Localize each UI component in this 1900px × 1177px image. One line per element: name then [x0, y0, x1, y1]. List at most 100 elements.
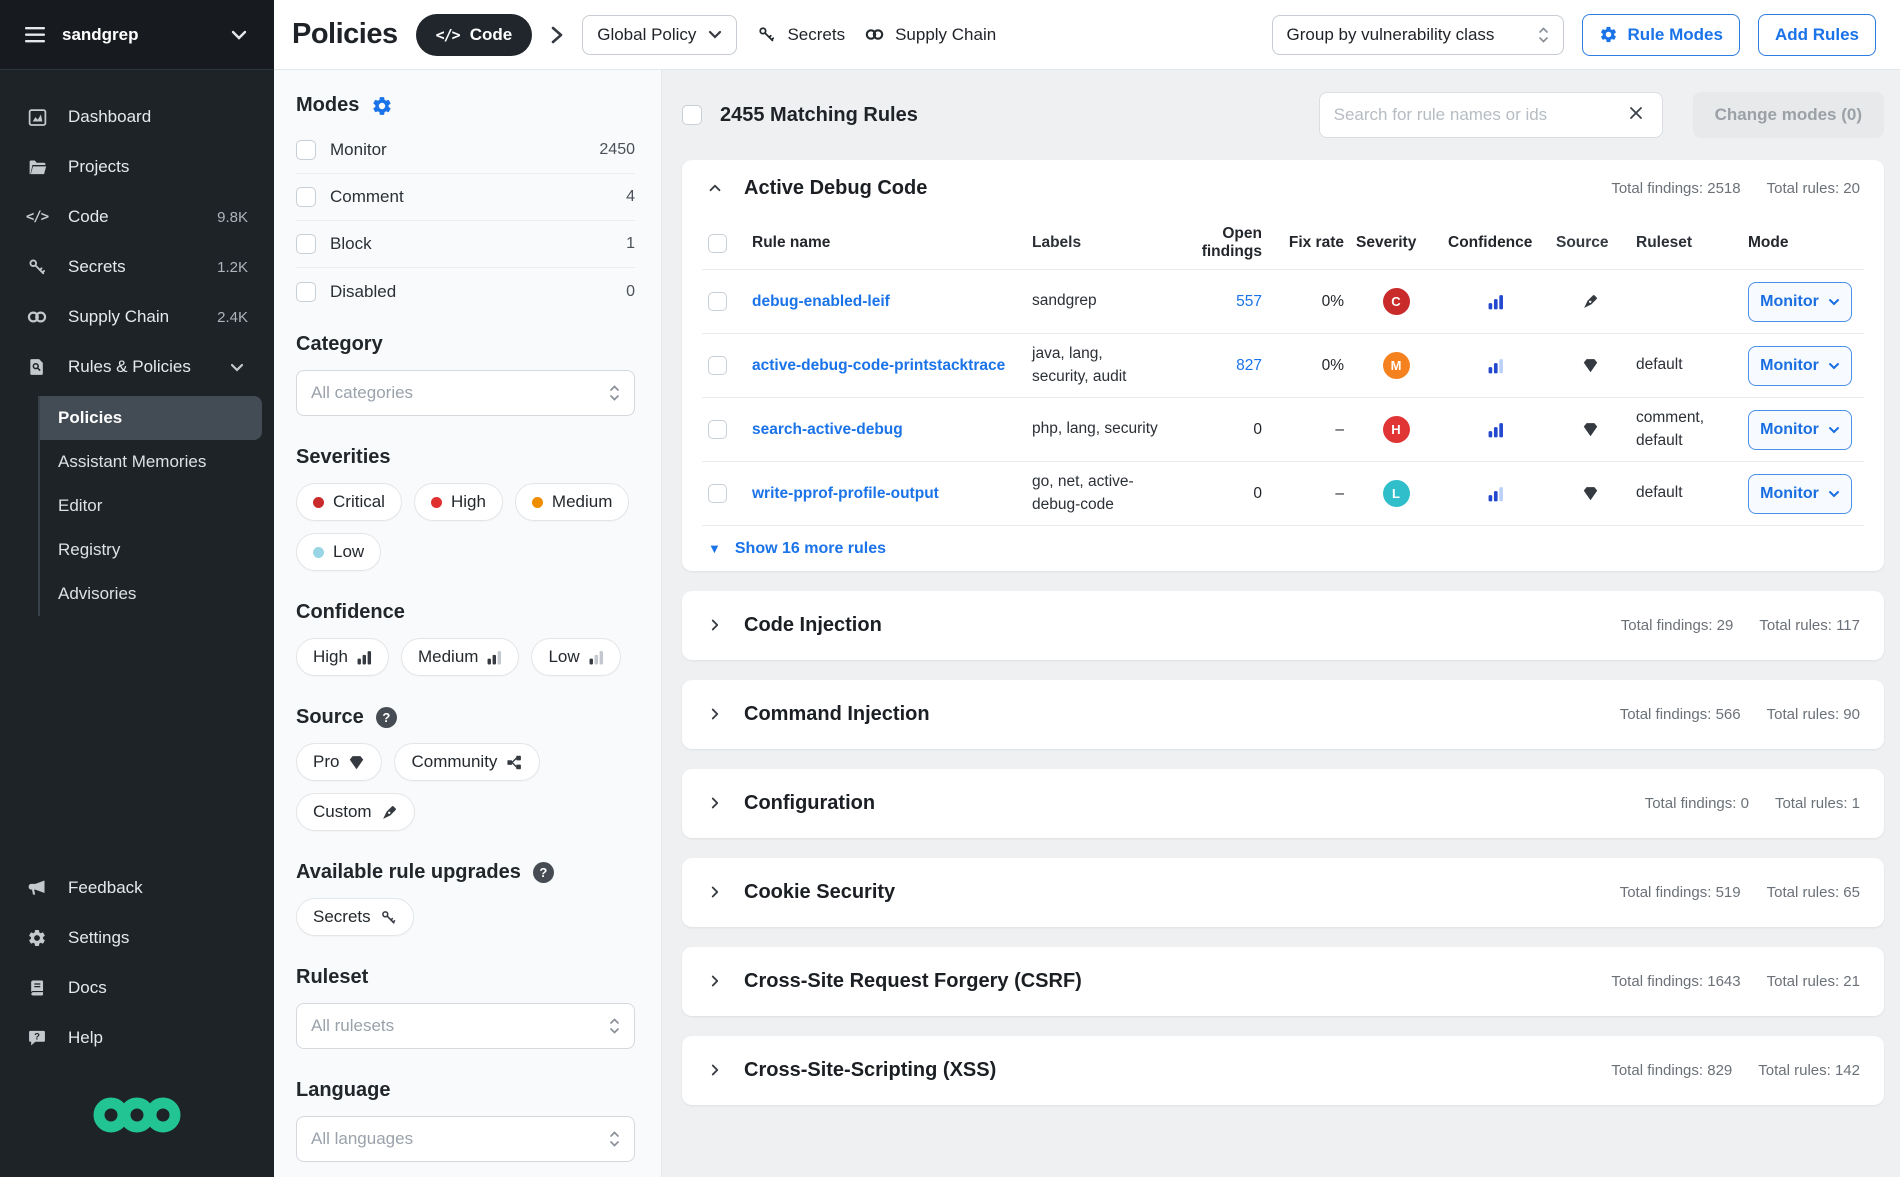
org-name: sandgrep	[62, 25, 212, 45]
sidebar-item-label: Settings	[68, 928, 129, 948]
vuln-group-configuration: Configuration Total findings: 0 Total ru…	[682, 769, 1884, 838]
show-more-rules-button[interactable]: ▼ Show 16 more rules	[702, 525, 1864, 571]
checkbox[interactable]	[296, 187, 316, 207]
group-header[interactable]: Active Debug Code Total findings: 2518 T…	[682, 160, 1884, 217]
source-chip-custom[interactable]: Custom	[296, 793, 415, 831]
mode-dropdown[interactable]: Monitor	[1748, 282, 1852, 322]
gear-icon	[26, 927, 48, 949]
ruleset-select[interactable]: All rulesets	[296, 1003, 635, 1049]
product-tab-code[interactable]: </> Code	[416, 14, 533, 56]
rule-name-link[interactable]: active-debug-code-printstacktrace	[752, 357, 1005, 374]
mode-dropdown[interactable]: Monitor	[1748, 474, 1852, 514]
group-header[interactable]: Configuration Total findings: 0 Total ru…	[682, 769, 1884, 838]
sidebar-item-feedback[interactable]: Feedback	[0, 863, 274, 913]
triangle-down-icon: ▼	[708, 541, 721, 556]
confidence-chip-high[interactable]: High	[296, 638, 389, 676]
mode-dropdown[interactable]: Monitor	[1748, 410, 1852, 450]
sidebar-item-docs[interactable]: Docs	[0, 963, 274, 1013]
page-title: Policies	[292, 18, 398, 51]
sidebar-item-dashboard[interactable]: Dashboard	[0, 92, 274, 142]
confidence-high-icon	[1488, 422, 1504, 438]
mode-dropdown[interactable]: Monitor	[1748, 346, 1852, 386]
group-header[interactable]: Command Injection Total findings: 566 To…	[682, 680, 1884, 749]
severity-chip-low[interactable]: Low	[296, 533, 381, 571]
mode-filter-comment[interactable]: Comment 4	[296, 174, 635, 221]
severity-badge: M	[1383, 352, 1410, 379]
upgrade-chip-secrets[interactable]: Secrets	[296, 898, 414, 936]
sidebar-subitem-advisories[interactable]: Advisories	[40, 572, 262, 616]
mode-filter-monitor[interactable]: Monitor 2450	[296, 127, 635, 174]
sidebar-item-code[interactable]: </> Code 9.8K	[0, 192, 274, 242]
confidence-low-icon	[589, 650, 604, 665]
severity-chip-medium[interactable]: Medium	[515, 483, 629, 521]
rule-search	[1319, 92, 1663, 138]
sidebar-item-rules-policies[interactable]: Rules & Policies	[0, 342, 274, 392]
group-header[interactable]: Code Injection Total findings: 29 Total …	[682, 591, 1884, 660]
group-header[interactable]: Cross-Site-Scripting (XSS) Total finding…	[682, 1036, 1884, 1105]
source-chip-community[interactable]: Community	[394, 743, 540, 781]
select-all-checkbox[interactable]	[682, 105, 702, 125]
confidence-chip-medium[interactable]: Medium	[401, 638, 519, 676]
rule-search-input[interactable]	[1334, 105, 1620, 125]
collapse-caret-icon	[706, 179, 726, 199]
mode-filter-block[interactable]: Block 1	[296, 221, 635, 268]
sidebar-subitem-registry[interactable]: Registry	[40, 528, 262, 572]
vuln-group-cookie-security: Cookie Security Total findings: 519 Tota…	[682, 858, 1884, 927]
checkbox[interactable]	[296, 234, 316, 254]
confidence-medium-icon	[487, 650, 502, 665]
group-header[interactable]: Cookie Security Total findings: 519 Tota…	[682, 858, 1884, 927]
sidebar-subitem-assistant-memories[interactable]: Assistant Memories	[40, 440, 262, 484]
open-findings-link[interactable]: 557	[1236, 293, 1262, 310]
mode-filter-disabled[interactable]: Disabled 0	[296, 268, 635, 315]
chevron-down-icon	[228, 24, 250, 46]
sidebar-item-help[interactable]: Help	[0, 1013, 274, 1063]
rule-name-link[interactable]: search-active-debug	[752, 421, 903, 438]
source-chip-pro[interactable]: Pro	[296, 743, 382, 781]
org-switcher[interactable]: sandgrep	[0, 0, 274, 70]
help-circle-icon[interactable]: ?	[376, 707, 397, 728]
language-select[interactable]: All languages	[296, 1116, 635, 1162]
group-header[interactable]: Cross-Site Request Forgery (CSRF) Total …	[682, 947, 1884, 1016]
confidence-chip-low[interactable]: Low	[531, 638, 620, 676]
group-select-checkbox[interactable]	[708, 234, 727, 253]
rule-modes-button[interactable]: Rule Modes	[1582, 14, 1740, 56]
sidebar-item-projects[interactable]: Projects	[0, 142, 274, 192]
confidence-high-icon	[1488, 294, 1504, 310]
severity-chip-critical[interactable]: Critical	[296, 483, 402, 521]
group-title: Cross-Site Request Forgery (CSRF)	[744, 970, 1082, 993]
add-rules-button[interactable]: Add Rules	[1758, 14, 1876, 56]
row-checkbox[interactable]	[708, 420, 727, 439]
hamburger-menu-icon[interactable]	[24, 24, 46, 46]
sidebar-item-secrets[interactable]: Secrets 1.2K	[0, 242, 274, 292]
policy-select[interactable]: Global Policy	[582, 15, 737, 55]
group-by-select[interactable]: Group by vulnerability class	[1272, 15, 1564, 55]
chevron-down-icon	[1828, 426, 1840, 434]
row-checkbox[interactable]	[708, 484, 727, 503]
product-tab-secrets[interactable]: Secrets	[755, 24, 845, 46]
checkbox[interactable]	[296, 140, 316, 160]
sidebar-item-settings[interactable]: Settings	[0, 913, 274, 963]
medium-dot-icon	[532, 497, 543, 508]
sidebar-item-supply-chain[interactable]: Supply Chain 2.4K	[0, 292, 274, 342]
key-icon	[380, 909, 397, 926]
clear-search-icon[interactable]	[1628, 105, 1648, 125]
rule-name-link[interactable]: write-pprof-profile-output	[752, 485, 939, 502]
vuln-group-csrf: Cross-Site Request Forgery (CSRF) Total …	[682, 947, 1884, 1016]
change-modes-button[interactable]: Change modes (0)	[1693, 92, 1884, 138]
severity-chip-high[interactable]: High	[414, 483, 503, 521]
sidebar-item-label: Docs	[68, 978, 107, 998]
sidebar-subitem-policies[interactable]: Policies	[40, 396, 262, 440]
checkbox[interactable]	[296, 282, 316, 302]
vuln-group-command-injection: Command Injection Total findings: 566 To…	[682, 680, 1884, 749]
sidebar-subitem-editor[interactable]: Editor	[40, 484, 262, 528]
open-findings-link[interactable]: 827	[1236, 357, 1262, 374]
row-checkbox[interactable]	[708, 292, 727, 311]
select-arrows-icon	[609, 1017, 620, 1035]
help-circle-icon[interactable]: ?	[533, 862, 554, 883]
product-tab-supply-chain[interactable]: Supply Chain	[863, 24, 996, 46]
rule-name-link[interactable]: debug-enabled-leif	[752, 293, 890, 310]
row-checkbox[interactable]	[708, 356, 727, 375]
modes-settings-gear-icon[interactable]	[371, 95, 393, 117]
category-select[interactable]: All categories	[296, 370, 635, 416]
chevron-down-icon	[1828, 298, 1840, 306]
